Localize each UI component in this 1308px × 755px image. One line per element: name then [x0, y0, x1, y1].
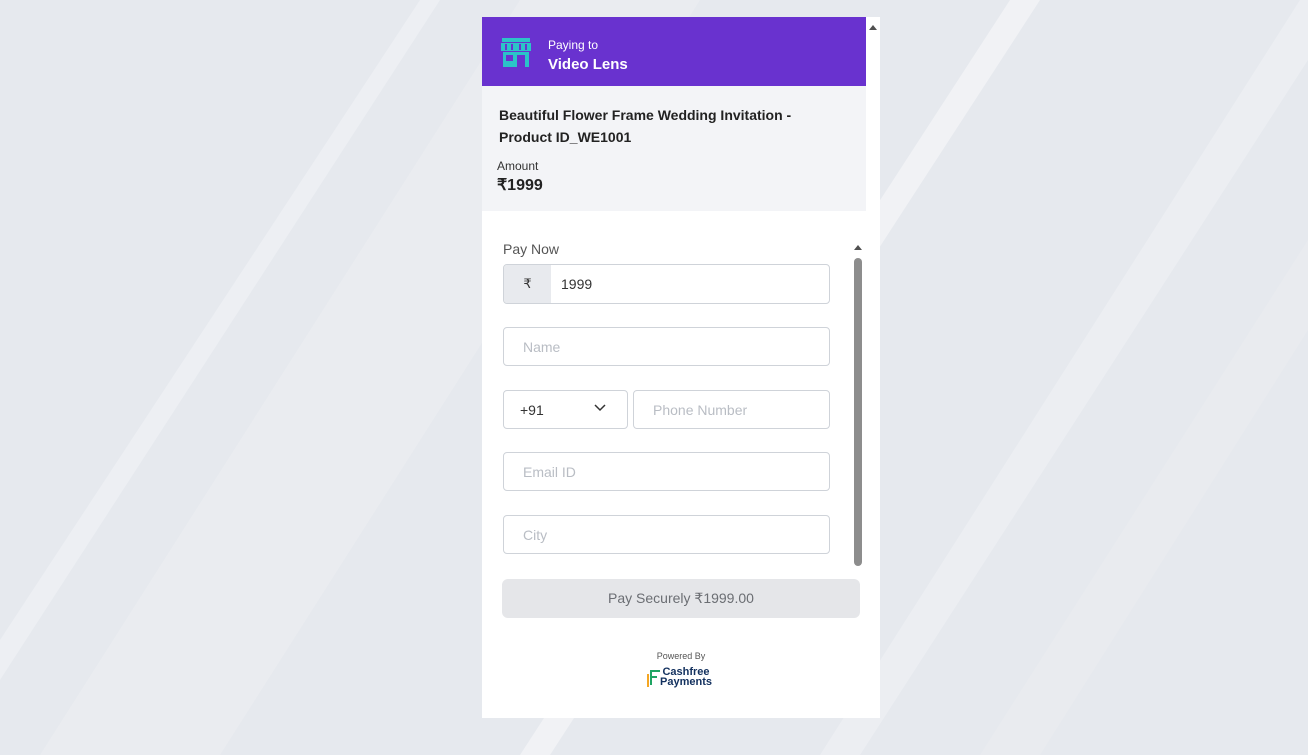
cashfree-logo-text: Cashfree Payments	[660, 667, 712, 688]
name-field	[503, 327, 830, 366]
merchant-name: Video Lens	[548, 56, 628, 73]
powered-by-label: Powered By	[656, 651, 706, 661]
amount-value: ₹1999	[497, 177, 543, 194]
form-scrollbar[interactable]	[851, 241, 865, 566]
city-field	[503, 515, 830, 554]
phone-field	[633, 390, 830, 429]
chevron-down-icon	[594, 404, 606, 412]
page-scrollbar[interactable]	[866, 17, 880, 563]
pay-securely-button[interactable]: Pay Securely ₹1999.00	[502, 579, 860, 618]
amount-label: Amount	[497, 159, 539, 173]
name-input[interactable]	[504, 328, 829, 365]
cashfree-logo: Cashfree Payments	[646, 666, 726, 690]
form-scroll-thumb[interactable]	[854, 258, 862, 566]
phone-input[interactable]	[634, 391, 829, 428]
product-summary: Beautiful Flower Frame Wedding Invitatio…	[482, 86, 866, 211]
form-scroll-up-arrow-icon[interactable]	[854, 245, 862, 250]
payment-card: Paying to Video Lens Beautiful Flower Fr…	[482, 17, 880, 718]
country-code-select[interactable]: +91	[503, 390, 628, 429]
cashfree-brand-line2: Payments	[660, 676, 712, 688]
currency-symbol: ₹	[504, 265, 551, 303]
country-code-value: +91	[520, 402, 544, 418]
email-input[interactable]	[504, 453, 829, 490]
scroll-up-arrow-icon[interactable]	[869, 25, 877, 30]
paying-to-label: Paying to	[548, 38, 599, 52]
email-field	[503, 452, 830, 491]
merchant-header: Paying to Video Lens	[482, 17, 866, 86]
pay-now-label: Pay Now	[503, 241, 560, 257]
amount-field: ₹	[503, 264, 830, 304]
store-icon	[501, 38, 531, 67]
city-input[interactable]	[504, 516, 829, 553]
product-title: Beautiful Flower Frame Wedding Invitatio…	[499, 107, 792, 145]
amount-input[interactable]	[551, 265, 829, 303]
cashfree-logo-icon	[647, 670, 660, 687]
